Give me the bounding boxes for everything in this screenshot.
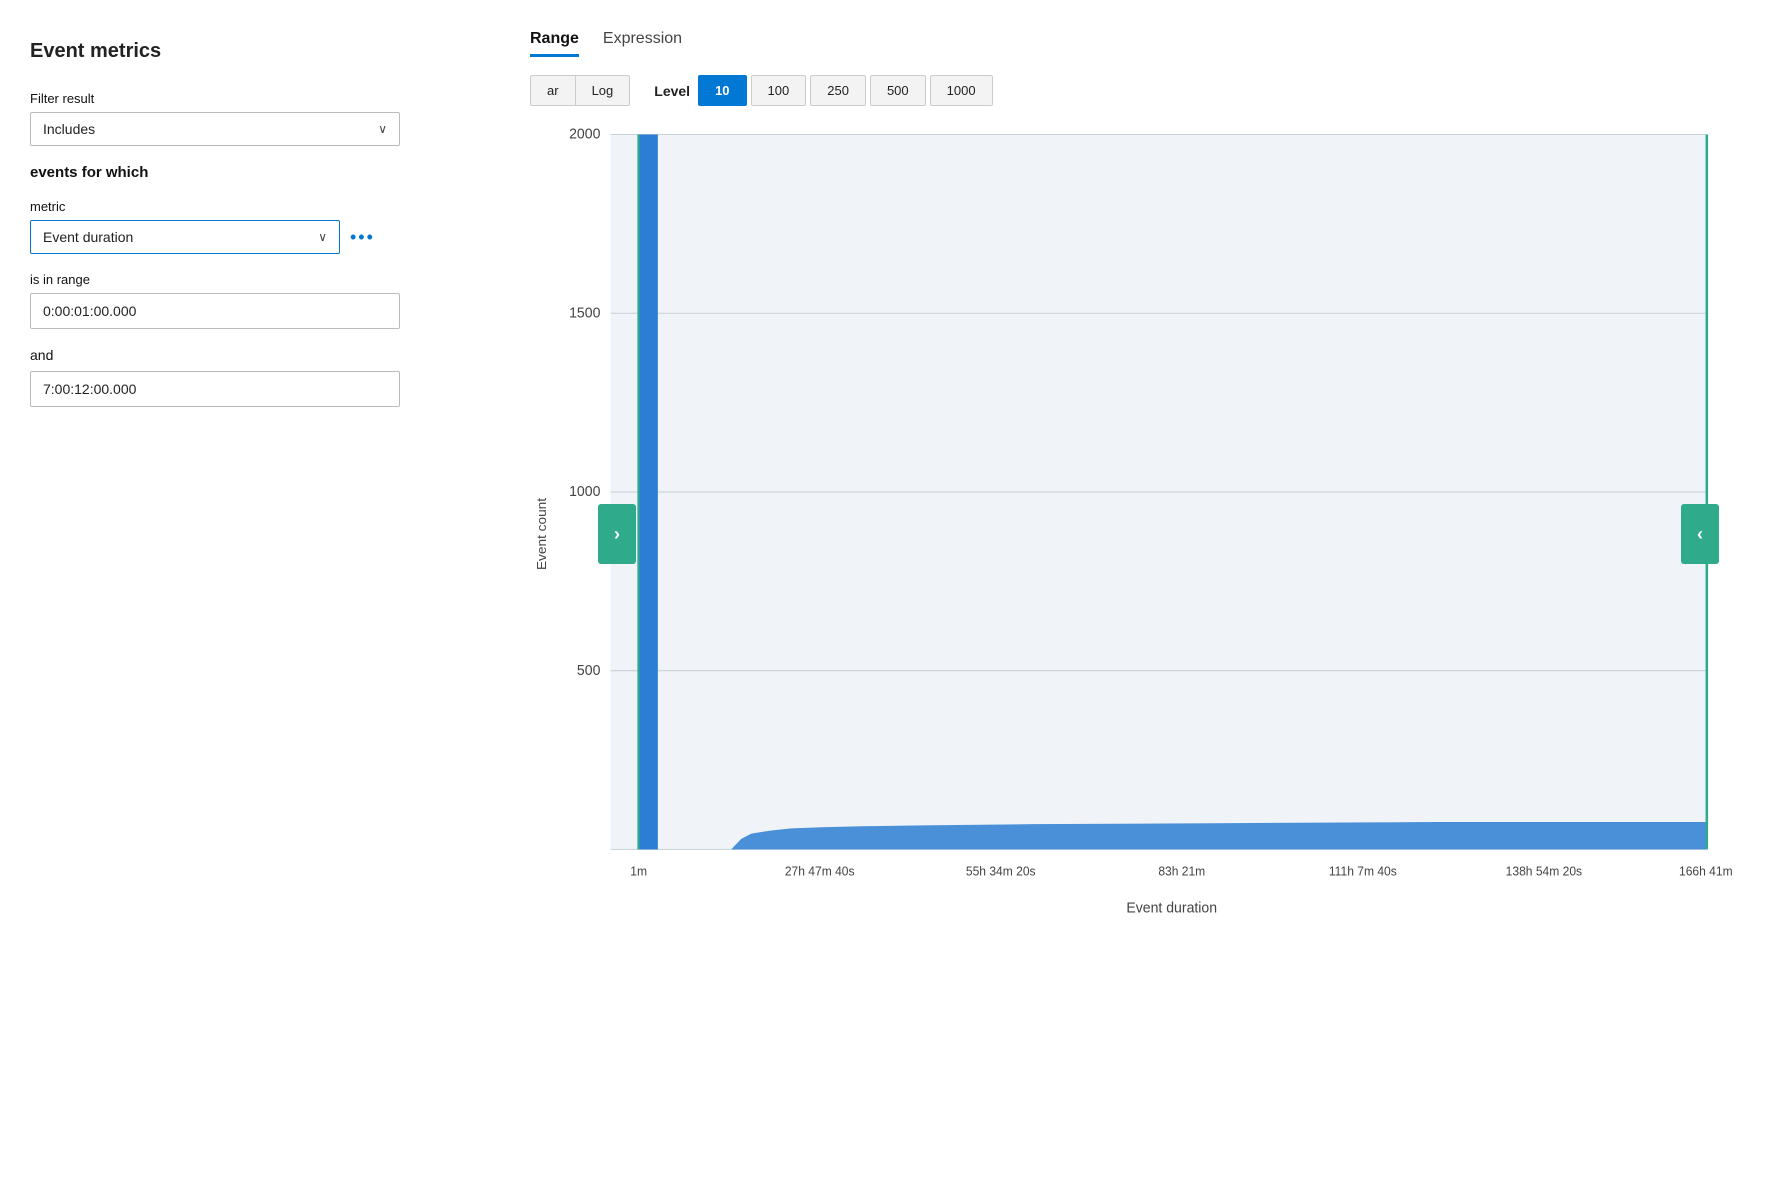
- tabs-bar: Range Expression: [530, 30, 1737, 57]
- svg-text:83h 21m: 83h 21m: [1158, 864, 1205, 878]
- right-panel: Range Expression ar Log Level 10 100 250…: [510, 20, 1757, 1170]
- level-100-button[interactable]: 100: [751, 75, 807, 106]
- metric-group: metric Event duration ∨ •••: [30, 199, 490, 254]
- svg-text:1000: 1000: [569, 484, 600, 500]
- metric-more-button[interactable]: •••: [350, 227, 375, 248]
- range-handle-left-arrow: ›: [614, 524, 620, 545]
- range-handle-right[interactable]: ‹: [1681, 504, 1719, 564]
- toolbar: ar Log Level 10 100 250 500 1000: [530, 75, 1737, 106]
- scale-linear-button[interactable]: ar: [530, 75, 576, 106]
- range-start-input[interactable]: [30, 293, 400, 329]
- svg-text:1500: 1500: [569, 305, 600, 321]
- level-1000-button[interactable]: 1000: [930, 75, 993, 106]
- left-panel: Event metrics Filter result Includes ∨ e…: [20, 20, 510, 1170]
- metric-label: metric: [30, 199, 490, 214]
- range-end-group: [30, 371, 490, 407]
- range-handle-right-arrow: ‹: [1697, 524, 1703, 545]
- range-start-group: is in range: [30, 272, 490, 329]
- svg-text:1m: 1m: [630, 864, 647, 878]
- metric-chevron: ∨: [318, 230, 327, 244]
- svg-text:500: 500: [577, 663, 600, 679]
- range-end-input[interactable]: [30, 371, 400, 407]
- filter-result-label: Filter result: [30, 91, 490, 106]
- chart-svg: 2000 1500 1000 500 Event count 1m 27h 47…: [530, 124, 1737, 944]
- tab-expression[interactable]: Expression: [603, 30, 682, 57]
- metric-value: Event duration: [43, 229, 133, 245]
- level-500-button[interactable]: 500: [870, 75, 926, 106]
- filter-result-select[interactable]: Includes ∨: [30, 112, 400, 146]
- metric-row: Event duration ∨ •••: [30, 220, 490, 254]
- svg-text:Event count: Event count: [534, 498, 549, 570]
- svg-text:55h 34m 20s: 55h 34m 20s: [966, 864, 1036, 878]
- chart-container: › ‹ 2000 1500 1000 500 Event count: [530, 124, 1737, 944]
- tab-range[interactable]: Range: [530, 30, 579, 57]
- svg-text:138h 54m 20s: 138h 54m 20s: [1506, 864, 1582, 878]
- level-10-button[interactable]: 10: [698, 75, 746, 106]
- svg-text:27h 47m 40s: 27h 47m 40s: [785, 864, 855, 878]
- filter-result-chevron: ∨: [378, 122, 387, 136]
- svg-text:111h 7m 40s: 111h 7m 40s: [1329, 864, 1397, 878]
- events-for-which-group: events for which: [30, 164, 490, 181]
- panel-title: Event metrics: [30, 40, 490, 63]
- svg-text:2000: 2000: [569, 126, 600, 142]
- events-for-which-label: events for which: [30, 164, 490, 181]
- level-250-button[interactable]: 250: [810, 75, 866, 106]
- svg-text:166h 41m: 166h 41m: [1679, 864, 1733, 878]
- is-in-range-label: is in range: [30, 272, 490, 287]
- range-handle-left[interactable]: ›: [598, 504, 636, 564]
- level-label: Level: [654, 83, 690, 99]
- filter-result-group: Filter result Includes ∨: [30, 91, 490, 146]
- scale-log-button[interactable]: Log: [576, 75, 631, 106]
- filter-result-value: Includes: [43, 121, 95, 137]
- and-label: and: [30, 347, 490, 363]
- metric-select[interactable]: Event duration ∨: [30, 220, 340, 254]
- svg-text:Event duration: Event duration: [1126, 900, 1217, 916]
